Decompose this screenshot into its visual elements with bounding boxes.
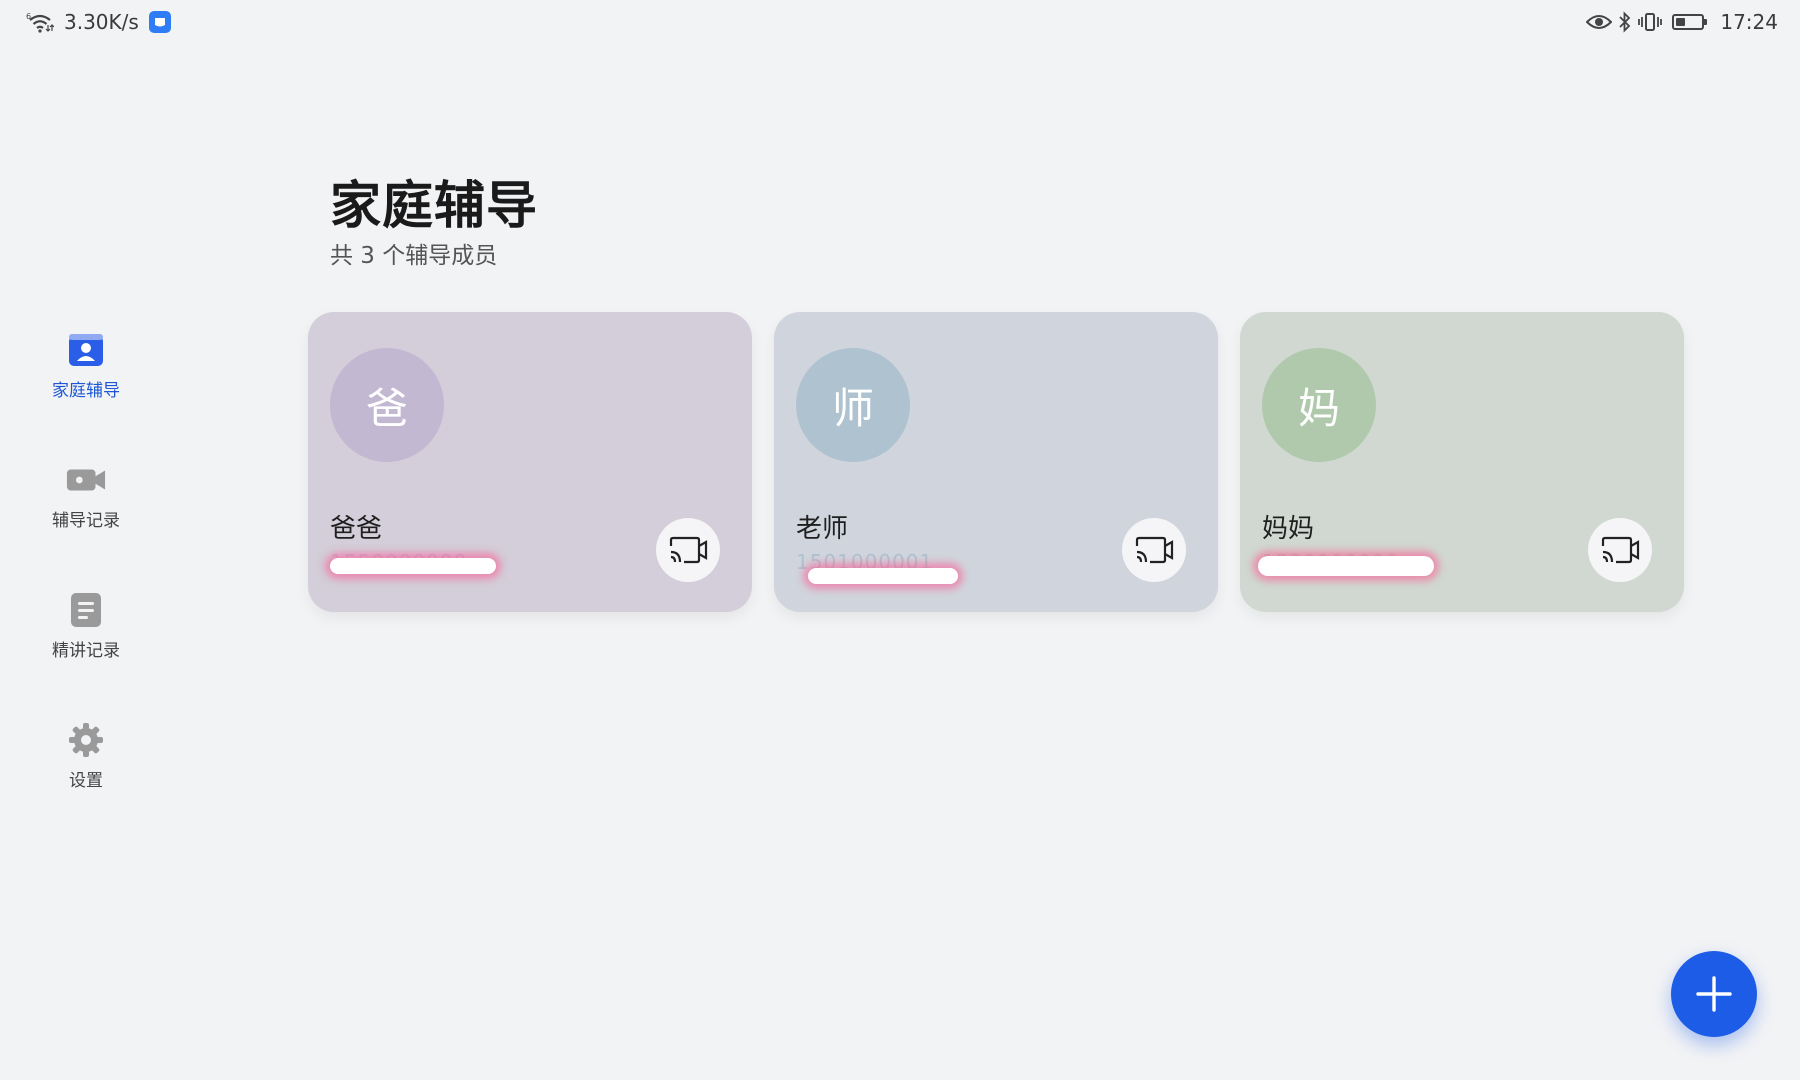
eye-comfort-icon <box>1586 13 1613 31</box>
wifi-icon: 6 <box>26 11 54 33</box>
person-badge-icon <box>66 330 106 370</box>
vibrate-icon <box>1638 12 1663 32</box>
avatar: 爸 <box>330 348 444 462</box>
gear-icon <box>66 720 106 760</box>
redaction-mark <box>808 568 958 584</box>
sidebar-item-settings[interactable]: 设置 <box>36 720 136 850</box>
member-name: 妈妈 <box>1262 514 1315 544</box>
sidebar: 家庭辅导 辅导记录 精讲记录 设置 <box>36 330 136 850</box>
screen-cast-button[interactable] <box>656 518 720 582</box>
member-card[interactable]: 妈 妈妈 1530000000 <box>1240 312 1684 612</box>
screen-cast-button[interactable] <box>1588 518 1652 582</box>
member-name: 爸爸 <box>330 514 383 544</box>
document-icon <box>66 590 106 630</box>
screen-cast-icon <box>1135 536 1174 564</box>
screen-cast-icon <box>669 536 708 564</box>
add-member-button[interactable] <box>1671 951 1757 1037</box>
app-badge-icon <box>148 11 171 33</box>
page-subtitle: 共 3 个辅导成员 <box>330 243 498 269</box>
video-camera-icon <box>66 460 106 500</box>
sidebar-item-label: 设置 <box>69 771 103 791</box>
status-bar: 6 3.30K/s 17:24 <box>0 0 1800 46</box>
battery-icon <box>1672 14 1708 30</box>
plus-icon <box>1696 976 1732 1012</box>
sidebar-item-family-tutoring[interactable]: 家庭辅导 <box>36 330 136 460</box>
status-left: 6 3.30K/s <box>26 10 171 34</box>
sidebar-item-label: 精讲记录 <box>52 641 120 661</box>
avatar: 妈 <box>1262 348 1376 462</box>
status-time: 17:24 <box>1720 10 1778 34</box>
sidebar-item-label: 辅导记录 <box>52 511 120 531</box>
avatar: 师 <box>796 348 910 462</box>
status-right: 17:24 <box>1586 10 1778 34</box>
sidebar-item-tutoring-records[interactable]: 辅导记录 <box>36 460 136 590</box>
battery-fill <box>1676 18 1685 26</box>
redaction-mark <box>330 558 496 574</box>
screen-cast-icon <box>1601 536 1640 564</box>
redaction-mark <box>1258 556 1434 576</box>
member-card-list: 爸 爸爸 1550000000 师 老师 1501000001 妈 <box>308 312 1684 612</box>
member-card[interactable]: 师 老师 1501000001 <box>774 312 1218 612</box>
member-card[interactable]: 爸 爸爸 1550000000 <box>308 312 752 612</box>
network-speed: 3.30K/s <box>64 10 139 34</box>
sidebar-item-explanation-records[interactable]: 精讲记录 <box>36 590 136 720</box>
bluetooth-icon <box>1618 11 1632 33</box>
member-name: 老师 <box>796 514 849 544</box>
screen-cast-button[interactable] <box>1122 518 1186 582</box>
page-title: 家庭辅导 <box>330 177 539 236</box>
sidebar-item-label: 家庭辅导 <box>52 381 120 401</box>
